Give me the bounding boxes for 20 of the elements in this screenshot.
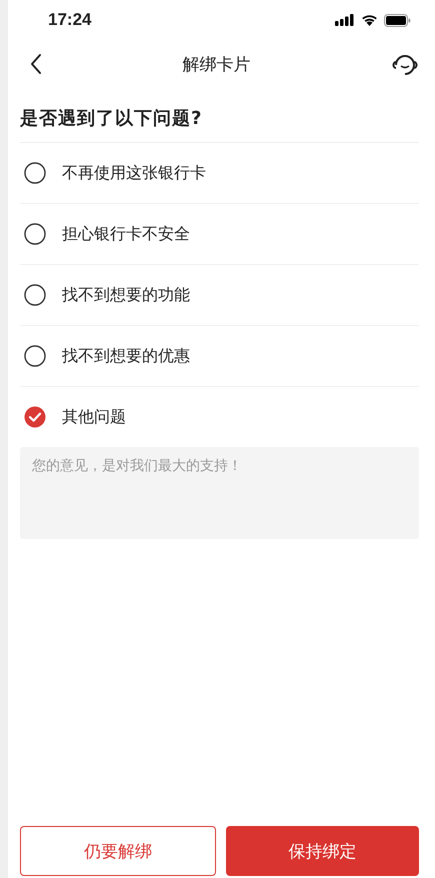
- reason-option[interactable]: 不再使用这张银行卡: [20, 143, 419, 204]
- battery-icon: [384, 14, 411, 26]
- status-time: 17:24: [48, 10, 92, 30]
- reason-option[interactable]: 担心银行卡不安全: [20, 204, 419, 265]
- keep-button[interactable]: 保持绑定: [226, 826, 419, 876]
- radio-icon[interactable]: [24, 162, 46, 184]
- radio-icon[interactable]: [24, 223, 46, 245]
- page-title: 解绑卡片: [182, 54, 250, 76]
- back-icon[interactable]: [30, 53, 42, 75]
- signal-icon: [335, 14, 355, 26]
- wifi-icon: [361, 14, 378, 26]
- unbind-button[interactable]: 仍要解绑: [20, 826, 216, 876]
- radio-icon[interactable]: [24, 284, 46, 306]
- feedback-field[interactable]: 您的意见，是对我们最大的支持！: [20, 447, 419, 539]
- reason-option[interactable]: 找不到想要的优惠: [20, 326, 419, 387]
- radio-icon[interactable]: [24, 345, 46, 367]
- reason-option[interactable]: 其他问题: [20, 387, 419, 447]
- question-heading: 是否遇到了以下问题?: [20, 88, 419, 143]
- reason-option[interactable]: 找不到想要的功能: [20, 265, 419, 326]
- checked-radio-icon[interactable]: [24, 406, 46, 428]
